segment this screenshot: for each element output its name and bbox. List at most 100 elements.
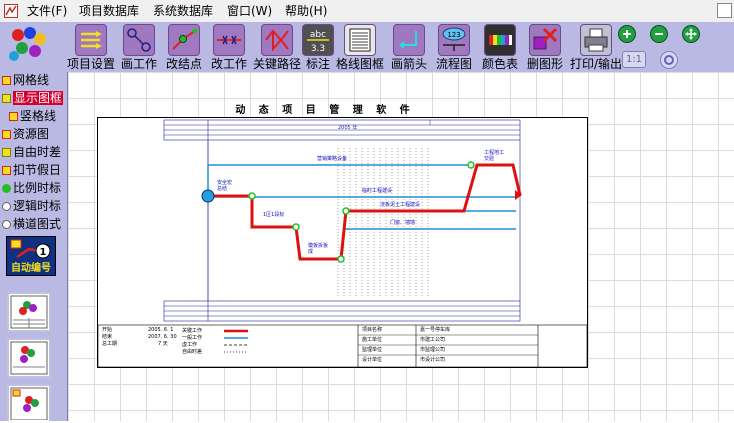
- tool-project-settings-label: 项目设置: [66, 57, 115, 71]
- critical-path-icon: [265, 29, 289, 52]
- network-diagram-sheet[interactable]: 2005 年 营销策略设备 工程地工交验 安全宏总结 临时工程建设 1区1段标 …: [97, 117, 588, 368]
- info-project-name-key: 项目名称: [362, 327, 383, 333]
- option-logic-timeline[interactable]: 逻辑时标: [2, 198, 61, 215]
- option-label: 竖格线: [20, 109, 57, 123]
- auto-number-button[interactable]: 1 自动编号: [6, 236, 56, 276]
- option-scale-timeline[interactable]: 比例时标: [2, 180, 61, 197]
- info-contractor-value: 市建工公司: [420, 337, 446, 343]
- option-grid-lines[interactable]: 网格线: [2, 72, 49, 89]
- auto-number-icon: 1: [10, 239, 51, 259]
- tool-annotation-button[interactable]: abc 3.3 标注: [302, 22, 334, 72]
- draw-arrow-icon: [399, 31, 417, 49]
- option-label: 逻辑时标: [13, 199, 62, 213]
- tool-color-table-label: 颜色表: [481, 57, 518, 71]
- option-label: 扣节假日: [13, 163, 62, 177]
- task-label[interactable]: 营销策略设备: [317, 156, 347, 163]
- tool-edit-node-label: 改结点: [165, 57, 202, 71]
- tool-color-table-button[interactable]: 颜色表: [477, 22, 523, 72]
- task-label[interactable]: 工程地工交验: [484, 150, 506, 162]
- edit-task-icon: [217, 35, 241, 45]
- tool-print-button[interactable]: 打印/输出: [567, 22, 625, 72]
- balloons-logo-icon: [9, 27, 46, 61]
- menu-bar: 文件(F) 项目数据库 系统数据库 窗口(W) 帮助(H): [0, 0, 734, 23]
- tool-project-settings-button[interactable]: 项目设置: [65, 22, 117, 72]
- option-free-float[interactable]: 自由时差: [2, 144, 61, 161]
- info-end-key: 结束: [102, 334, 113, 340]
- tool-draw-arrow-button[interactable]: 画箭头: [387, 22, 431, 72]
- svg-text:3.3: 3.3: [311, 44, 325, 54]
- thumbnail-template-1[interactable]: [7, 292, 51, 332]
- task-label[interactable]: 临时工程建设: [362, 188, 392, 195]
- app-icon: [4, 4, 18, 18]
- info-contractor-key: 施工单位: [362, 337, 383, 343]
- tool-draw-task-button[interactable]: 画工作: [117, 22, 161, 72]
- menu-system-database[interactable]: 系统数据库: [153, 3, 213, 19]
- window-control-button[interactable]: [717, 3, 732, 18]
- task-label[interactable]: 浇板泥土工程建设: [380, 202, 420, 209]
- svg-text:123: 123: [447, 31, 460, 39]
- svg-text:abc: abc: [310, 30, 326, 40]
- badge-number: 1: [40, 247, 47, 258]
- task-label[interactable]: 模板拆板成: [308, 243, 330, 255]
- annotation-icon: abc 3.3: [307, 30, 329, 54]
- option-label: 网格线: [13, 73, 50, 87]
- zoom-out-button[interactable]: [650, 25, 668, 43]
- option-exclude-holidays[interactable]: 扣节假日: [2, 162, 61, 179]
- thumbnail-template-3[interactable]: [7, 384, 51, 421]
- info-duration-key: 总工期: [102, 341, 118, 347]
- legend-critical: 关键工作: [182, 328, 203, 334]
- template-thumbnail-icon: [10, 387, 48, 421]
- template-thumbnail-icon: [10, 341, 48, 375]
- tool-print-label: 打印/输出: [569, 57, 623, 71]
- tool-grid-frame-button[interactable]: 格线图框: [333, 22, 387, 72]
- auto-number-label: 自动编号: [11, 263, 51, 274]
- zoom-in-button[interactable]: [618, 25, 636, 43]
- edit-node-icon: [172, 28, 198, 50]
- legend-float: 自由时差: [182, 349, 203, 355]
- grid-frame-icon: [349, 28, 371, 52]
- tool-draw-task-label: 画工作: [120, 57, 157, 71]
- info-start-value: 2005. 6. 1: [148, 327, 174, 333]
- menu-project-database[interactable]: 项目数据库: [79, 3, 139, 19]
- tool-critical-path-button[interactable]: 关键路径: [251, 22, 303, 72]
- reset-view-button[interactable]: [660, 51, 678, 69]
- task-label[interactable]: 门窗、墙墙: [390, 220, 415, 227]
- tool-flowchart-label: 流程图: [435, 57, 472, 71]
- draw-task-icon: [127, 28, 151, 52]
- template-thumbnail-icon: [10, 295, 48, 329]
- timeline-year: 2005 年: [338, 125, 358, 131]
- option-resource-chart[interactable]: 资源图: [2, 126, 49, 143]
- tool-grid-frame-label: 格线图框: [335, 57, 384, 71]
- option-gantt-style[interactable]: 横道图式: [2, 216, 61, 233]
- plus-icon: [623, 30, 631, 38]
- tool-flowchart-button[interactable]: 123 流程图: [431, 22, 477, 72]
- toolbar: 项目设置 画工作 改结点 改工作 关键路径 abc 3.3 标注 格线图框 画箭…: [0, 22, 734, 72]
- tool-edit-node-button[interactable]: 改结点: [161, 22, 207, 72]
- tool-edit-task-label: 改工作: [210, 57, 247, 71]
- tool-delete-shape-button[interactable]: 删图形: [523, 22, 567, 72]
- option-label: 横道图式: [13, 217, 62, 231]
- project-settings-icon: [81, 31, 102, 49]
- option-show-frame[interactable]: 显示图框: [2, 90, 64, 107]
- radio-off-icon: [2, 202, 11, 211]
- menu-file[interactable]: 文件(F): [27, 3, 67, 19]
- checkbox-icon: [2, 148, 11, 157]
- print-icon: [584, 28, 608, 52]
- tool-edit-task-button[interactable]: 改工作: [207, 22, 251, 72]
- legend-normal: 一般工作: [182, 335, 203, 341]
- thumbnail-template-2[interactable]: [7, 338, 51, 378]
- task-label[interactable]: 安全宏总结: [217, 180, 233, 192]
- info-project-name-value: 嘉一号停车库: [420, 327, 451, 333]
- tool-draw-arrow-label: 画箭头: [390, 57, 427, 71]
- zoom-1to1-button[interactable]: 1:1: [622, 51, 646, 68]
- tool-critical-path-label: 关键路径: [252, 57, 301, 71]
- minus-icon: [655, 33, 663, 35]
- option-vertical-lines[interactable]: 竖格线: [9, 108, 56, 125]
- menu-window[interactable]: 窗口(W): [227, 3, 272, 19]
- tool-logo: [0, 22, 60, 72]
- fit-window-button[interactable]: [682, 25, 700, 43]
- menu-help[interactable]: 帮助(H): [285, 3, 327, 19]
- checkbox-checked-icon: [9, 112, 18, 121]
- task-label[interactable]: 1区1段标: [263, 212, 285, 218]
- info-start-key: 开始: [102, 327, 113, 333]
